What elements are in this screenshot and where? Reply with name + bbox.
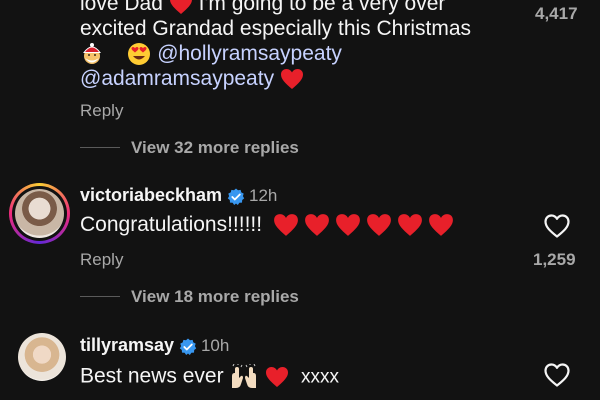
like-heart-icon[interactable] bbox=[543, 213, 571, 239]
username-link[interactable]: tillyramsay bbox=[80, 335, 174, 355]
heart-eyes-emoji bbox=[128, 43, 151, 66]
avatar[interactable] bbox=[18, 333, 66, 381]
comment-text-line4: @adamramsaypeaty bbox=[80, 67, 304, 91]
mention-link[interactable]: @hollyramsaypeaty bbox=[157, 42, 342, 65]
divider bbox=[80, 147, 120, 148]
timestamp: 10h bbox=[200, 336, 230, 355]
divider bbox=[80, 296, 120, 297]
red-heart-emoji bbox=[429, 214, 453, 237]
timestamp: 12h bbox=[248, 186, 278, 205]
avatar bbox=[15, 189, 64, 238]
username-link[interactable]: victoriabeckham bbox=[80, 185, 222, 205]
comment-text-line3: @hollyramsaypeaty bbox=[80, 42, 342, 66]
comment-text-line1: love Dad I'm going to be a very over bbox=[80, 0, 445, 16]
reply-button[interactable]: Reply bbox=[80, 250, 123, 270]
like-heart-icon[interactable] bbox=[543, 362, 571, 388]
red-heart-emoji bbox=[266, 367, 289, 387]
like-count: 4,417 bbox=[535, 4, 578, 23]
red-heart-emoji bbox=[169, 0, 192, 15]
red-heart-emoji bbox=[305, 214, 329, 237]
verified-badge-icon bbox=[227, 188, 244, 205]
comment-text-line2: excited Grandad especially this Christma… bbox=[80, 17, 472, 40]
santa-emoji bbox=[83, 43, 101, 65]
red-heart-emoji bbox=[274, 214, 298, 237]
red-heart-emoji bbox=[398, 214, 422, 237]
mention-link[interactable]: @adamramsaypeaty bbox=[80, 67, 274, 90]
comment-text-suffix: xxxx bbox=[300, 366, 339, 388]
raising-hands-emoji bbox=[232, 364, 257, 388]
reply-button[interactable]: Reply bbox=[80, 101, 123, 121]
red-heart-emoji bbox=[336, 214, 360, 237]
comment-text: Best news ever xxxx bbox=[80, 364, 339, 390]
comment-header: tillyramsay 10h bbox=[80, 335, 229, 356]
heart-emoji-row bbox=[268, 213, 454, 237]
comment-text-body: Congratulations!!!!!! bbox=[80, 213, 263, 236]
comment-text: Congratulations!!!!!! bbox=[80, 213, 454, 237]
comment-header: victoriabeckham 12h bbox=[80, 185, 277, 206]
comment-text-continue: I'm going to be a very over bbox=[198, 0, 446, 15]
avatar-story-ring[interactable] bbox=[9, 183, 70, 244]
red-heart-emoji bbox=[280, 69, 303, 90]
verified-badge-icon bbox=[179, 338, 196, 355]
comment-text-start: love Dad bbox=[80, 0, 163, 15]
like-count: 1,259 bbox=[533, 250, 576, 269]
red-heart-emoji bbox=[367, 214, 391, 237]
view-more-replies-button[interactable]: View 18 more replies bbox=[131, 287, 299, 307]
view-more-replies-button[interactable]: View 32 more replies bbox=[131, 138, 299, 158]
comment-text-body: Best news ever bbox=[80, 364, 224, 388]
